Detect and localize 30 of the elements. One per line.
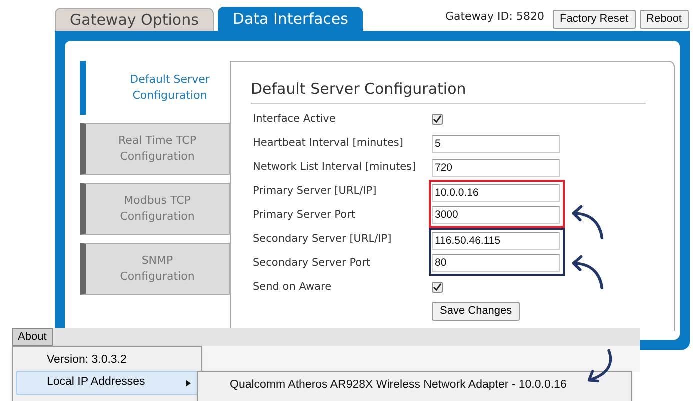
field-label: Interface Active (252, 112, 337, 127)
submenu-arrow-icon (186, 380, 191, 386)
field-label: Secondary Server Port (252, 256, 372, 271)
field-label: Send on Aware (252, 280, 333, 295)
menu-item[interactable]: Local IP Addresses (16, 371, 200, 395)
tab[interactable]: Data Interfaces (218, 7, 364, 31)
menu-item-label: Local IP Addresses (47, 375, 146, 390)
field-label: Primary Server [URL/IP] (252, 184, 378, 199)
header-button[interactable]: Reboot (640, 10, 689, 29)
field-label: Secondary Server [URL/IP] (252, 232, 393, 247)
menu-item[interactable]: Version: 3.0.3.2 (16, 350, 200, 371)
input-field[interactable]: 116.50.46.115 (432, 232, 560, 250)
tab[interactable]: Gateway Options (55, 8, 214, 31)
menu-item-label: Version: 3.0.3.2 (47, 352, 127, 368)
submenu-item[interactable]: Qualcomm Atheros AR928X Wireless Network Adapter - 10.0.0.16 (230, 377, 631, 394)
header-button[interactable]: Factory Reset (553, 10, 636, 29)
checkbox[interactable] (432, 282, 443, 293)
input-field[interactable]: 80 (432, 254, 560, 272)
field-label: Primary Server Port (252, 208, 356, 223)
input-field[interactable]: 3000 (432, 206, 560, 224)
form-title: Default Server Configuration (251, 78, 646, 104)
field-label: Network List Interval [minutes] (252, 160, 418, 175)
field-label: Heartbeat Interval [minutes] (252, 136, 404, 151)
input-field[interactable]: 720 (432, 158, 560, 176)
input-field[interactable]: 10.0.0.16 (432, 184, 560, 202)
gateway-id: Gateway ID: 5820 (445, 8, 544, 24)
about-menu-button[interactable]: About (12, 328, 53, 346)
save-changes-button[interactable]: Save Changes (432, 302, 520, 321)
input-field[interactable]: 5 (432, 134, 560, 152)
checkbox[interactable] (432, 114, 443, 125)
